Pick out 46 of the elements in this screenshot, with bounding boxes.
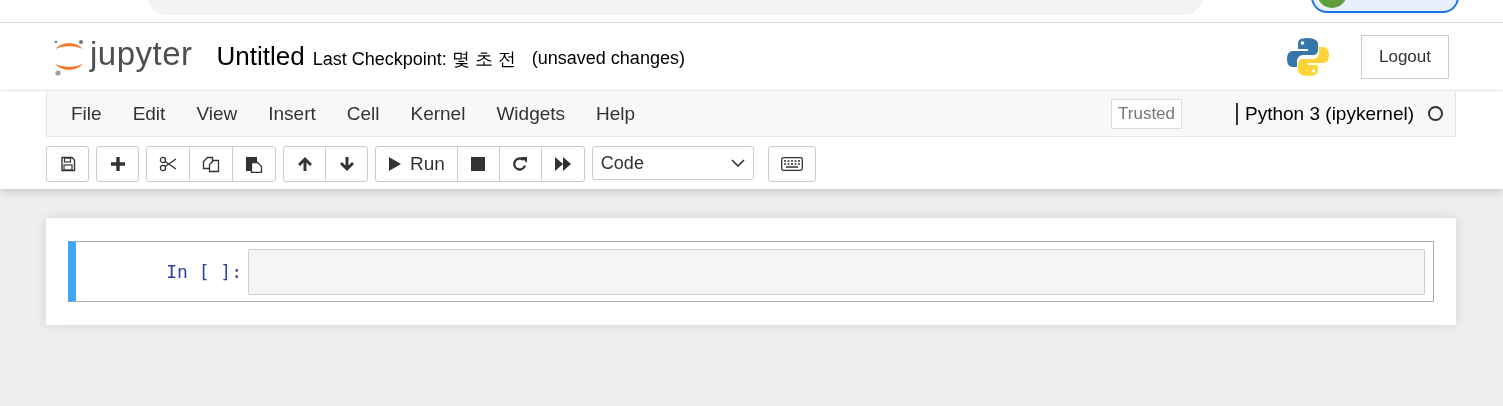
menu-item[interactable]: Insert [256, 102, 328, 125]
trusted-indicator[interactable]: Trusted [1111, 98, 1183, 129]
keyboard-shortcuts-button[interactable] [767, 146, 816, 182]
insert-cell-button[interactable] [96, 146, 139, 182]
code-cell[interactable]: In [ ]: [68, 241, 1434, 302]
keyboard-icon [780, 157, 803, 171]
move-up-button[interactable] [283, 146, 326, 182]
notebook-title[interactable]: Untitled [216, 41, 305, 72]
stop-button[interactable] [456, 146, 500, 182]
menu-item[interactable]: File [59, 102, 114, 125]
down-arrow-icon [338, 156, 355, 172]
dropdown-value: Code [600, 152, 644, 174]
up-arrow-icon [296, 156, 313, 172]
menu-item[interactable]: Kernel [398, 102, 478, 125]
logo-text: jupyter [90, 34, 193, 73]
restart-icon [512, 156, 529, 172]
paste-button[interactable] [232, 146, 276, 182]
menu-item[interactable]: Widgets [484, 102, 578, 125]
run-all-button[interactable] [540, 146, 585, 182]
menu-item[interactable]: Cell [334, 102, 392, 125]
run-button[interactable]: Run [375, 146, 458, 182]
menu-item[interactable]: View [184, 102, 250, 125]
input-prompt: In [ ]: [165, 261, 243, 282]
plus-icon [109, 156, 126, 172]
scissors-icon [159, 156, 177, 172]
menu-item[interactable]: Edit [120, 102, 178, 125]
stop-icon [471, 157, 486, 171]
checkpoint-text: Last Checkpoint: 몇 초 전 [312, 47, 516, 71]
python-logo-icon [1287, 35, 1329, 78]
code-input[interactable] [248, 248, 1425, 295]
menu-item[interactable]: Help [584, 102, 648, 125]
cut-button[interactable] [146, 146, 190, 182]
kernel-name[interactable]: Python 3 (ipykernel) [1236, 102, 1414, 125]
autosave-status: (unsaved changes) [531, 48, 685, 69]
paste-icon [245, 155, 263, 173]
logout-button[interactable]: Logout [1361, 34, 1449, 79]
fast-forward-icon [553, 157, 572, 171]
copy-button[interactable] [189, 146, 233, 182]
move-down-button[interactable] [325, 146, 368, 182]
save-icon [59, 156, 76, 172]
chevron-down-icon [730, 159, 745, 167]
play-icon [388, 156, 402, 172]
copy-icon [202, 155, 220, 173]
restart-button[interactable] [498, 146, 542, 182]
save-button[interactable] [46, 146, 89, 182]
cell-type-dropdown[interactable]: Code [591, 146, 754, 180]
